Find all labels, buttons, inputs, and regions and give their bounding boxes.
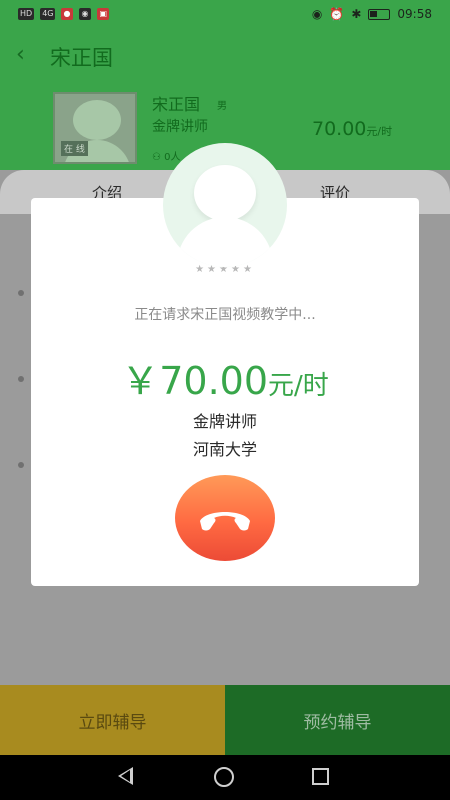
hd-icon: HD [18,8,35,20]
currency-symbol: ￥ [121,359,160,403]
avatar-body-icon [177,217,273,267]
page-title: 宋正国 [50,46,113,70]
back-arrow-icon[interactable]: ‹ [16,42,25,67]
bottom-actions: 立即辅导 预约辅导 [0,685,450,755]
request-status-text: 正在请求宋正国视频教学中... [134,307,316,323]
book-tutor-button[interactable]: 预约辅导 [225,685,450,755]
modal-price-unit: 元/时 [268,371,329,401]
teacher-photo: 在 线 [53,92,137,164]
avatar-head-icon [73,100,121,140]
mic-icon: ● [61,8,74,20]
system-nav-bar [0,755,450,800]
person-icon: ⚇ [152,152,161,163]
modal-price: ￥70.00元/时 [31,350,419,405]
modal-avatar [163,143,287,267]
tutor-now-button[interactable]: 立即辅导 [0,685,225,755]
student-count: ⚇ 0人 [152,148,181,163]
teacher-gender: 男 [217,101,227,112]
modal-price-value: 70.00 [159,359,269,403]
student-count-text: 0人 [164,152,181,163]
battery-icon [368,8,391,20]
teacher-level: 金牌讲师 [152,119,208,135]
eye-icon: ◉ [311,7,323,21]
wechat-icon: ◉ [79,8,92,20]
nav-home-icon[interactable] [214,767,234,787]
status-icons-left: HD 4G ● ◉ ▣ [18,8,110,20]
app-header: ‹ 宋正国 [0,30,450,80]
teacher-price-value: 70.00 [312,118,367,140]
list-bullet [18,290,24,296]
hang-up-button[interactable] [175,475,275,561]
online-tag: 在 线 [61,141,88,156]
status-icons-right: ◉ ⏰ ✱ 09:58 [312,7,432,21]
signal-icon: 4G [40,8,56,20]
nav-recents-icon[interactable] [312,768,329,785]
alarm-icon: ⏰ [329,7,345,21]
status-time: 09:58 [397,7,432,21]
nav-back-icon[interactable] [118,767,133,785]
hang-up-phone-icon [200,512,250,531]
list-bullet [18,376,24,382]
modal-teacher-level: 金牌讲师 [192,412,257,431]
modal-teacher-school: 河南大学 [192,440,257,459]
status-bar: HD 4G ● ◉ ▣ ◉ ⏰ ✱ 09:58 [0,0,450,30]
avatar-head-icon [194,165,256,221]
teacher-price: 70.00元/时 [312,118,392,140]
teacher-price-unit: 元/时 [366,125,393,138]
bluetooth-icon: ✱ [351,7,362,21]
app-notification-icon: ▣ [97,8,110,20]
teacher-name: 宋正国 [152,95,201,114]
list-bullet [18,462,24,468]
